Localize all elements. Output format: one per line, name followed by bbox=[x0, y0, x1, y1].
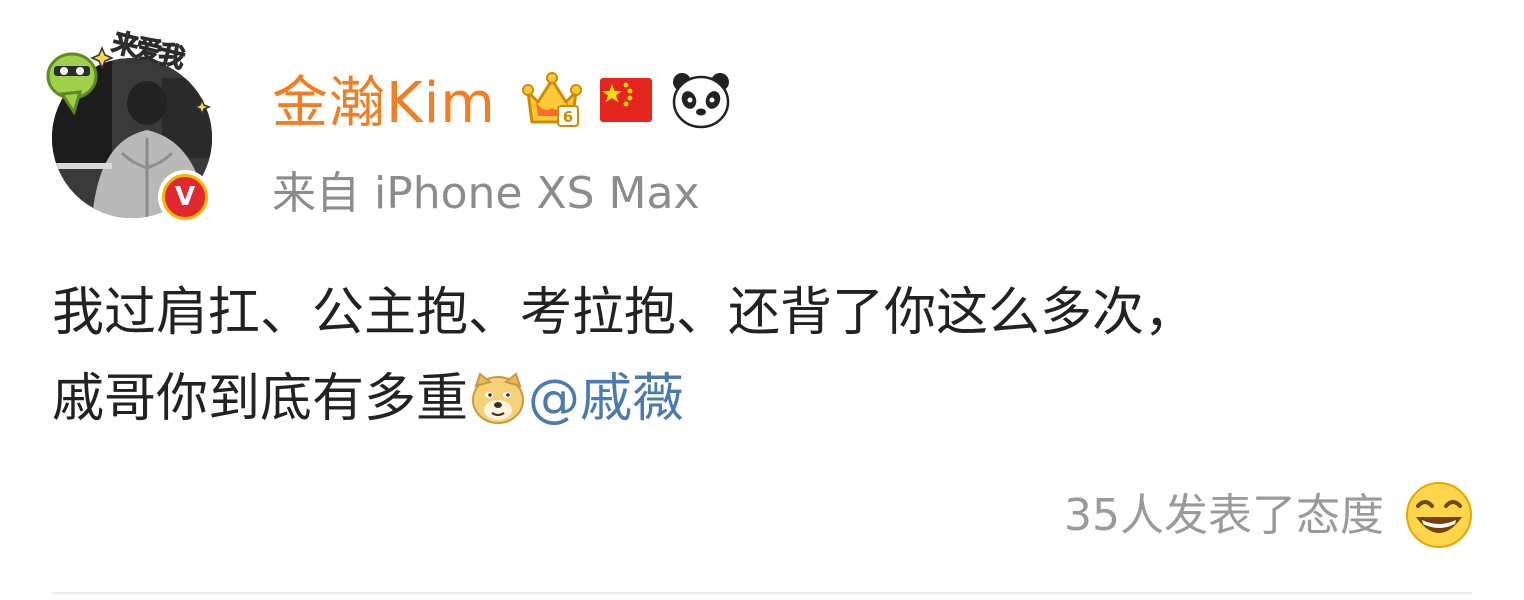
post-text: 戚哥你到底有多重 bbox=[52, 369, 469, 429]
post-content: 我过肩扛、公主抱、考拉抱、还背了你这么多次， 戚哥你到底有多重 @戚薇 bbox=[52, 270, 1472, 442]
verified-badge-icon: V bbox=[158, 170, 212, 224]
post-text-line-2: 戚哥你到底有多重 @戚薇 bbox=[52, 356, 1472, 442]
divider bbox=[52, 592, 1472, 594]
panda-icon bbox=[672, 73, 730, 129]
reactions-count[interactable]: 35人发表了态度 bbox=[1064, 488, 1384, 544]
mention-link[interactable]: @戚薇 bbox=[528, 369, 684, 429]
china-flag-icon bbox=[600, 78, 652, 122]
weibo-post: 来爱我 V 金瀚Kim 6 来自 iPhone XS Max 我过肩扛、公主抱、… bbox=[0, 0, 1524, 600]
laughing-face-icon[interactable] bbox=[1404, 480, 1474, 550]
author-name[interactable]: 金瀚Kim bbox=[272, 72, 496, 136]
post-text-line-1: 我过肩扛、公主抱、考拉抱、还背了你这么多次， bbox=[52, 283, 1197, 343]
crown-level-number: 6 bbox=[563, 108, 573, 126]
crown-level-icon[interactable]: 6 bbox=[522, 72, 582, 130]
post-source: 来自 iPhone XS Max bbox=[272, 168, 700, 219]
doge-icon bbox=[472, 372, 525, 424]
